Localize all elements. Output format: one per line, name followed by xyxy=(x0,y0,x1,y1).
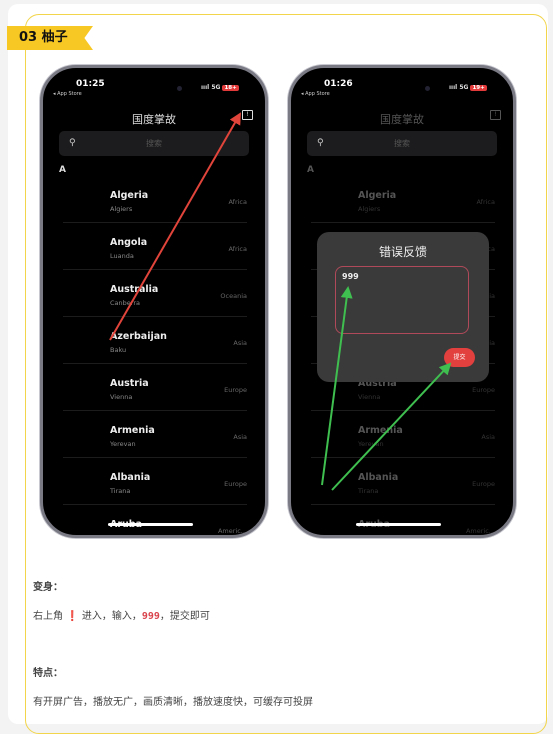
green-arrow-input xyxy=(321,286,353,486)
instr-mid: 进入，输入， xyxy=(81,611,142,622)
instr-prefix: 右上角 xyxy=(33,611,63,622)
features-text: 有开屏广告，播放无广，画质清晰，播放速度快，可缓存可投屏 xyxy=(33,697,313,708)
transform-label: 变身： xyxy=(33,582,63,593)
features-label: 特点： xyxy=(33,668,63,679)
instr-suffix: ，提交即可 xyxy=(159,611,210,622)
red-arrow xyxy=(109,112,241,341)
instructions: 右上角 ❗ 进入，输入，999，提交即可 xyxy=(33,607,210,622)
code-999: 999 xyxy=(141,611,160,622)
annotation-arrows xyxy=(109,112,452,491)
green-arrow-submit xyxy=(331,362,452,491)
exclamation-icon: ❗ xyxy=(66,611,79,622)
